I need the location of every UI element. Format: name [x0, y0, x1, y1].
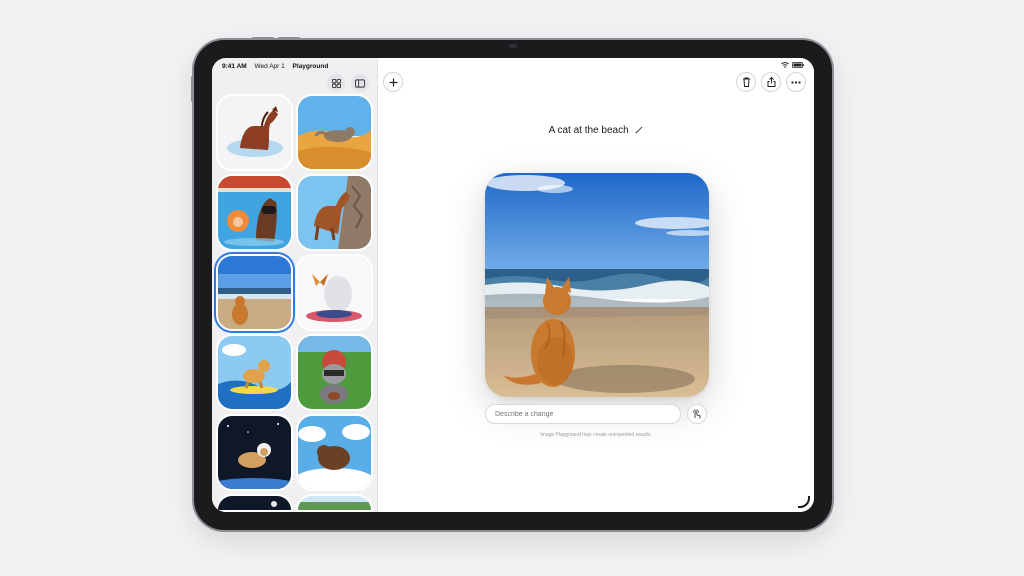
- gallery-thumbnail[interactable]: [218, 336, 291, 409]
- sidebar-toggle-icon: [355, 78, 365, 88]
- gallery-thumbnail-selected[interactable]: [218, 256, 291, 329]
- gallery-thumbnail[interactable]: [218, 416, 291, 489]
- delete-button[interactable]: [736, 72, 756, 92]
- grid-icon: [331, 78, 341, 88]
- more-icon: [791, 80, 801, 84]
- horse-cliff-image: [298, 176, 371, 249]
- image-title-text: A cat at the beach: [548, 125, 629, 136]
- pencil-icon: [635, 127, 643, 134]
- gallery-thumbnail[interactable]: [298, 176, 371, 249]
- cat-desert-image: [298, 96, 371, 169]
- sidebar: 9:41 AM Wed Apr 1 Playground: [212, 58, 378, 512]
- tap-icon: [693, 409, 701, 419]
- disclaimer-text: Image Playground may create unexpected r…: [540, 432, 652, 438]
- gallery-thumbnail[interactable]: [298, 336, 371, 409]
- dog-surfing-image: [218, 336, 291, 409]
- more-button[interactable]: [786, 72, 806, 92]
- gallery-thumbnail[interactable]: [218, 496, 291, 510]
- gallery-thumbnail[interactable]: [218, 176, 291, 249]
- gallery-thumbnail[interactable]: [298, 96, 371, 169]
- sidebar-toggle-button[interactable]: [351, 74, 369, 92]
- main-canvas: A cat at the beach Describe a change Ima…: [378, 58, 814, 512]
- gallery-thumbnail[interactable]: [298, 256, 371, 329]
- space-image: [218, 496, 291, 510]
- volume-button: [252, 37, 274, 40]
- wifi-icon: [781, 62, 789, 68]
- sidebar-tools: [327, 74, 369, 92]
- battery-icon: [792, 62, 804, 68]
- share-icon: [767, 77, 775, 87]
- gallery-thumbnail[interactable]: [298, 416, 371, 489]
- volume-button: [278, 37, 300, 40]
- status-indicators: [781, 62, 804, 68]
- pencil-touch-button[interactable]: [687, 404, 707, 424]
- status-time: 9:41 AM: [222, 63, 247, 70]
- raccoon-image: [298, 336, 371, 409]
- toolbar-actions: [736, 72, 806, 92]
- plus-icon: [389, 78, 397, 86]
- pool-animals-image: [218, 176, 291, 249]
- generated-image: [485, 173, 709, 397]
- share-button[interactable]: [761, 72, 781, 92]
- screen-corner: [798, 496, 810, 508]
- cat-beach-image: [485, 173, 709, 397]
- gallery-thumbnail[interactable]: [218, 96, 291, 169]
- describe-change-input[interactable]: [485, 404, 681, 424]
- power-button: [191, 76, 194, 102]
- butterfly-image: [298, 256, 371, 329]
- bear-clouds-image: [298, 416, 371, 489]
- image-gallery: [218, 96, 374, 510]
- image-title[interactable]: A cat at the beach: [378, 125, 814, 136]
- forest-image: [298, 496, 371, 510]
- status-bar: 9:41 AM Wed Apr 1 Playground: [222, 63, 334, 70]
- cat-beach-thumbnail: [218, 256, 291, 329]
- gallery-thumbnail[interactable]: [298, 496, 371, 510]
- horse-image: [218, 96, 291, 169]
- screen: 9:41 AM Wed Apr 1 Playground A cat at th…: [212, 58, 814, 512]
- dog-space-image: [218, 416, 291, 489]
- ipad-device: 9:41 AM Wed Apr 1 Playground A cat at th…: [191, 37, 832, 530]
- grid-view-button[interactable]: [327, 74, 345, 92]
- app-name: Playground: [292, 63, 329, 70]
- status-date: Wed Apr 1: [254, 63, 285, 70]
- new-image-button[interactable]: [383, 72, 403, 92]
- trash-icon: [742, 77, 750, 87]
- front-camera: [509, 44, 517, 48]
